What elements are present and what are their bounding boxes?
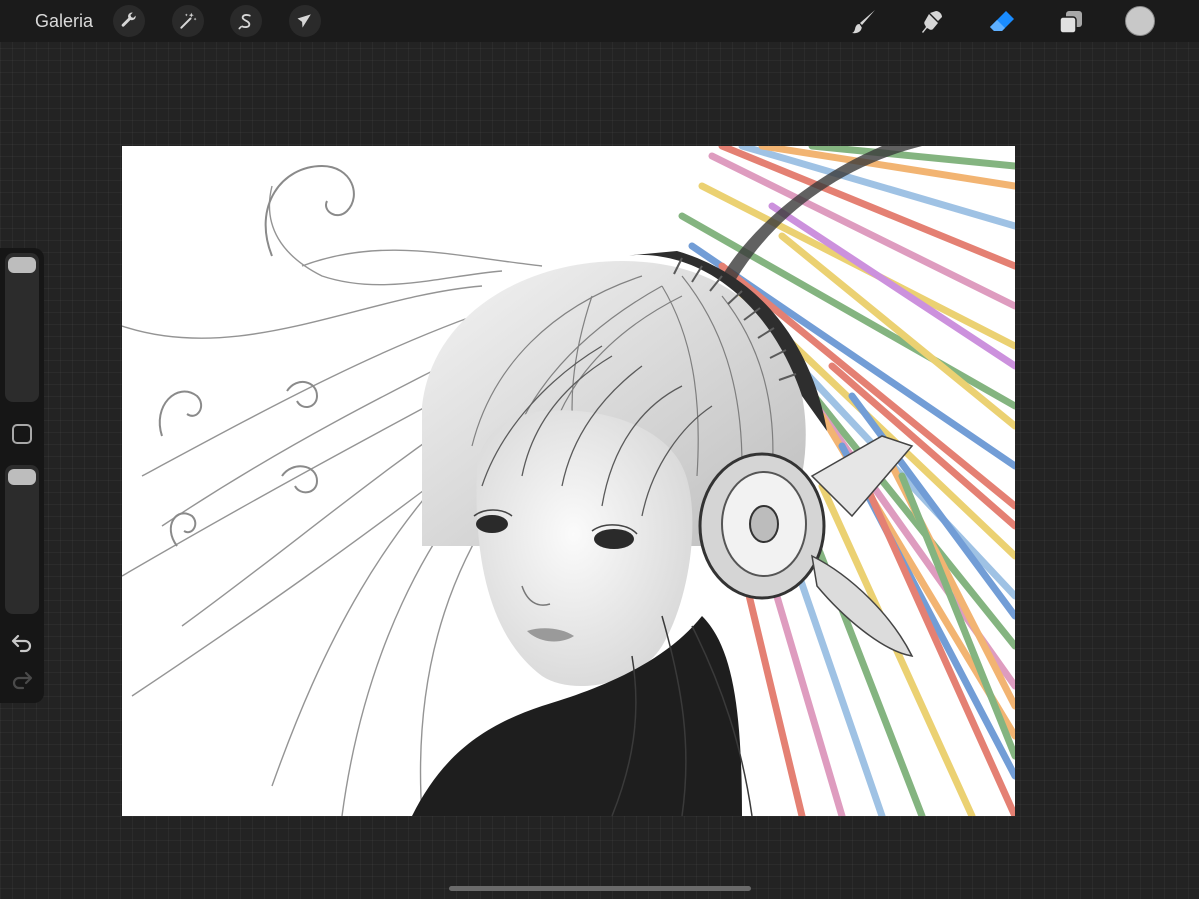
selection-s-icon[interactable] xyxy=(230,5,262,37)
artwork-illustration xyxy=(122,146,1015,816)
home-indicator[interactable] xyxy=(449,886,751,891)
gallery-button[interactable]: Galeria xyxy=(35,10,93,32)
brush-size-slider[interactable] xyxy=(5,253,39,402)
right-eye xyxy=(594,529,634,549)
opacity-thumb[interactable] xyxy=(8,469,36,485)
headphone xyxy=(698,435,914,657)
drawing-canvas[interactable] xyxy=(122,146,1015,816)
left-eye xyxy=(476,515,508,533)
modify-square-icon[interactable] xyxy=(12,424,32,444)
layers-icon[interactable] xyxy=(1054,5,1088,39)
undo-icon[interactable] xyxy=(10,631,34,655)
decorative-swirls xyxy=(158,164,355,547)
brush-size-thumb[interactable] xyxy=(8,257,36,273)
left-sidebar xyxy=(0,248,44,703)
top-toolbar: Galeria xyxy=(0,0,1199,42)
color-picker-swatch[interactable] xyxy=(1125,6,1155,36)
transform-arrow-icon[interactable] xyxy=(289,5,321,37)
eraser-icon[interactable] xyxy=(985,5,1019,39)
smudge-icon[interactable] xyxy=(916,5,950,39)
magic-wand-icon[interactable] xyxy=(172,5,204,37)
face xyxy=(476,410,693,686)
brush-icon[interactable] xyxy=(847,5,881,39)
opacity-slider[interactable] xyxy=(5,465,39,614)
wrench-icon[interactable] xyxy=(113,5,145,37)
redo-icon[interactable] xyxy=(10,668,34,692)
